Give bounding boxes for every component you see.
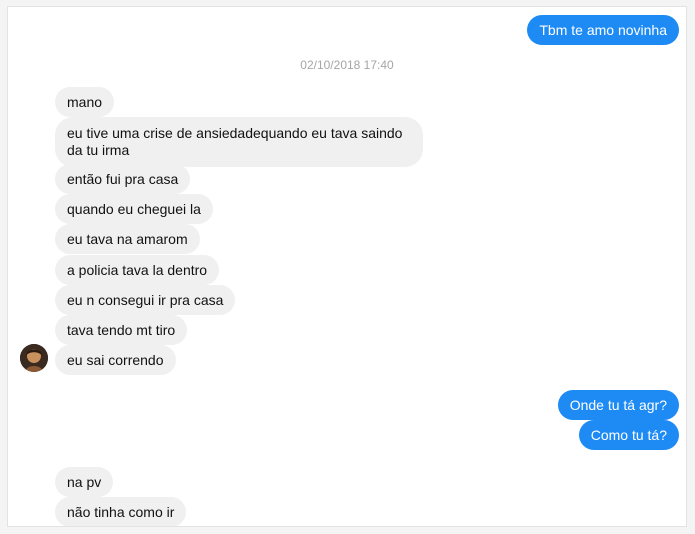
incoming-message[interactable]: mano xyxy=(55,87,115,117)
incoming-message[interactable]: a policia tava la dentro xyxy=(55,255,220,285)
incoming-message[interactable]: não tinha como ir xyxy=(55,497,187,526)
incoming-message[interactable]: quando eu cheguei la xyxy=(55,194,213,224)
outgoing-message[interactable]: Como tu tá? xyxy=(578,420,679,450)
outgoing-message[interactable]: Onde tu tá agr? xyxy=(557,390,679,420)
incoming-message[interactable]: eu tava na amarom xyxy=(55,224,200,254)
outgoing-message[interactable]: Tbm te amo novinha xyxy=(527,15,679,45)
avatar-photo-icon xyxy=(20,344,48,372)
incoming-message[interactable]: na pv xyxy=(55,467,114,497)
contact-avatar-icon[interactable] xyxy=(20,344,48,372)
incoming-message[interactable]: eu sai correndo xyxy=(55,345,176,375)
incoming-message[interactable]: tava tendo mt tiro xyxy=(55,315,188,345)
chat-window: Tbm te amo novinha 02/10/2018 17:40 mano… xyxy=(7,6,687,527)
incoming-message[interactable]: eu n consegui ir pra casa xyxy=(55,285,236,315)
incoming-message[interactable]: eu tive uma crise de ansiedadequando eu … xyxy=(55,117,423,167)
incoming-message[interactable]: então fui pra casa xyxy=(55,164,191,194)
message-timestamp: 02/10/2018 17:40 xyxy=(300,58,394,72)
